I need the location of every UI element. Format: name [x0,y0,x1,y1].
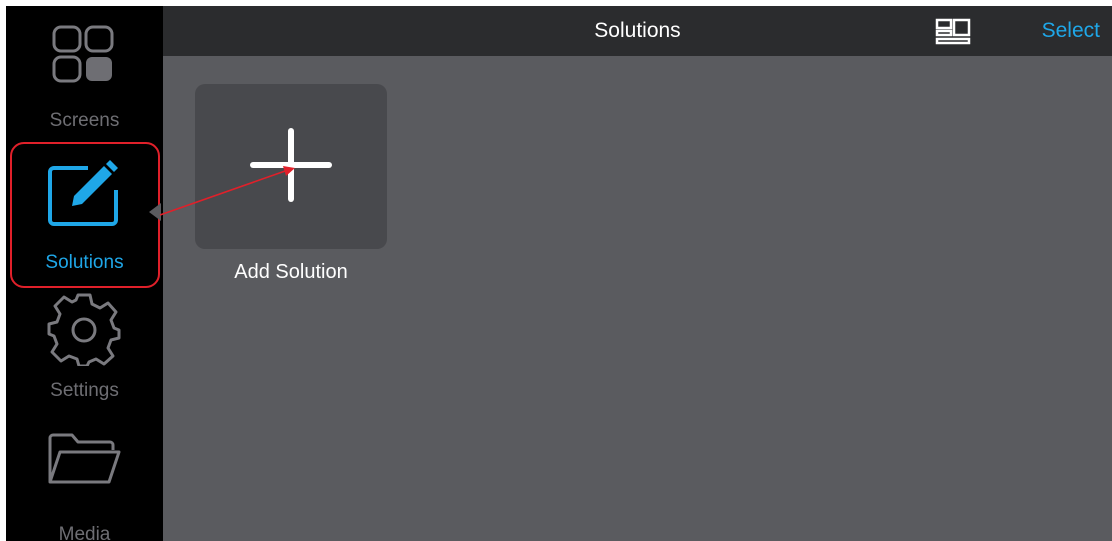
sidebar-item-label: Screens [49,110,120,131]
gear-icon [47,293,121,366]
select-button[interactable]: Select [1042,6,1100,56]
annotation-highlight-box [10,142,160,288]
sidebar-item-media[interactable]: Media [6,418,163,541]
app-window: Screens Solutions Settings Media Solutio… [6,6,1112,541]
add-solution-tile[interactable] [195,84,387,249]
add-solution-label: Add Solution [234,261,348,283]
layout-toggle-button[interactable] [933,18,973,46]
layout-grid-icon [935,18,971,45]
sidebar: Screens Solutions Settings Media [6,6,163,541]
folder-icon [48,433,121,484]
sidebar-item-settings[interactable]: Settings [6,288,163,418]
sidebar-item-screens[interactable]: Screens [6,6,163,142]
active-item-caret [149,203,161,221]
screens-grid-icon [52,25,114,83]
plus-icon [250,128,332,202]
sidebar-item-label: Media [58,524,111,541]
top-bar: Solutions Select [163,6,1112,56]
annotation-arrow [159,166,295,216]
sidebar-item-label: Settings [50,380,119,401]
